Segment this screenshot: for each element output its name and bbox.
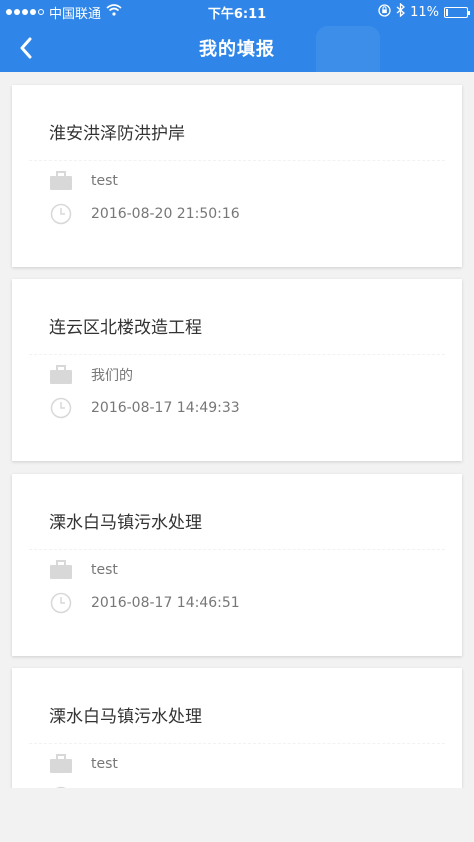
item-title: 连云区北楼改造工程 [49, 318, 202, 338]
divider [29, 743, 445, 744]
nav-bar: 我的填报 [0, 24, 474, 90]
divider [29, 160, 445, 161]
clock-icon [49, 397, 73, 419]
item-user: 我们的 [91, 368, 133, 384]
divider [29, 549, 445, 550]
item-time-row: 2016-08-17 14:46:51 [49, 592, 240, 614]
briefcase-icon [49, 559, 73, 581]
status-bar: 中国联通 下午6:11 11% [0, 0, 474, 24]
item-time-row: 2016-08-20 21:50:16 [49, 203, 240, 225]
item-user-row: test [49, 170, 118, 192]
item-user: test [91, 756, 118, 772]
page-title: 我的填报 [199, 39, 275, 60]
bluetooth-icon [396, 2, 406, 21]
list-item[interactable]: 淮安洪泽防洪护岸 test 2016-08-20 21:50:16 [12, 85, 462, 267]
battery-percent: 11% [410, 4, 439, 20]
briefcase-icon [49, 364, 73, 386]
list-item[interactable]: 溧水白马镇污水处理 test 2016-08-17 14:46:51 [12, 474, 462, 656]
status-right: 11% [378, 2, 470, 21]
item-user-row: 我们的 [49, 364, 133, 386]
clock-icon [49, 203, 73, 225]
status-left: 中国联通 [6, 3, 122, 22]
submission-list: 淮安洪泽防洪护岸 test 2016-08-20 21:50:16 连云区北楼改… [0, 72, 474, 788]
list-item[interactable]: 连云区北楼改造工程 我们的 2016-08-17 14:49:33 [12, 279, 462, 461]
item-time: 2016-08-20 21:50:16 [91, 206, 240, 222]
item-title: 溧水白马镇污水处理 [49, 513, 202, 533]
briefcase-icon [49, 170, 73, 192]
item-user-row: test [49, 753, 118, 775]
back-button[interactable] [8, 30, 44, 66]
item-time: 2016-08-17 14:49:33 [91, 400, 240, 416]
orientation-lock-icon [378, 3, 391, 21]
battery-icon [444, 6, 470, 18]
wifi-icon [106, 4, 122, 20]
item-user: test [91, 173, 118, 189]
item-time: 2016-08-17 14:46:51 [91, 595, 240, 611]
item-user: test [91, 562, 118, 578]
item-user-row: test [49, 559, 118, 581]
bottom-area [0, 788, 474, 842]
signal-strength-icon [6, 9, 44, 15]
clock-icon [49, 592, 73, 614]
item-time-row: 2016-08-17 14:49:33 [49, 397, 240, 419]
carrier-label: 中国联通 [49, 6, 102, 22]
chevron-left-icon [20, 37, 32, 59]
item-title: 溧水白马镇污水处理 [49, 707, 202, 727]
divider [29, 354, 445, 355]
item-title: 淮安洪泽防洪护岸 [49, 124, 185, 144]
list-item[interactable]: 溧水白马镇污水处理 test [12, 668, 462, 788]
briefcase-icon [49, 753, 73, 775]
